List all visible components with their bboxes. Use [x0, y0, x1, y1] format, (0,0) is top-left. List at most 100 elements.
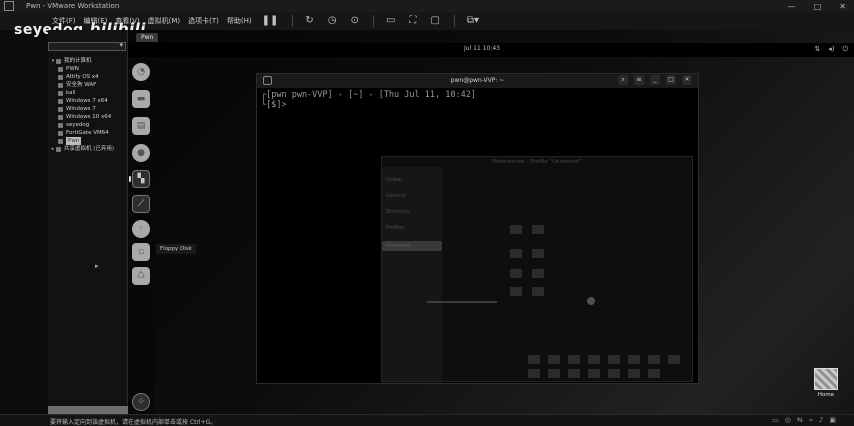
network-adapter-icon[interactable]: ⇆: [797, 416, 803, 424]
tree-item-label: Windows 10 x64: [66, 114, 112, 120]
minimize-icon[interactable]: —: [788, 2, 796, 11]
prefs-item: Profiles: [386, 225, 405, 231]
vm-tree: ▾ 我的计算机 PWN Attify OS x4 安全狗 WAF kali Wi…: [48, 57, 128, 153]
vm-icon: [58, 74, 63, 80]
cdrom-icon[interactable]: ◎: [785, 416, 791, 424]
library-scrollbar[interactable]: [48, 406, 128, 414]
fit-guest-icon[interactable]: ▭: [386, 12, 395, 30]
terminal-output[interactable]: ┌[pwn pwn-VVP] - [~] - [Thu Jul 11, 10:4…: [261, 90, 476, 110]
tree-item-label: Attify OS x4: [66, 74, 99, 80]
display-icon[interactable]: ▣: [829, 416, 836, 424]
palette-swatch: [568, 355, 580, 364]
maximize-icon[interactable]: □: [666, 75, 676, 85]
color-swatch: [510, 249, 522, 258]
tree-item-label: seyedog: [66, 122, 90, 128]
color-swatch: [532, 269, 544, 278]
tree-item[interactable]: seyedog: [48, 121, 128, 129]
window-controls: — □ ✕: [788, 0, 846, 12]
status-bar: 要将输入定向到该虚拟机，请在虚拟机内部单击或按 Ctrl+G。 ▭ ◎ ⇆ ⌁ …: [0, 414, 854, 426]
color-swatch: [532, 225, 544, 234]
snapshot-icon[interactable]: ↻: [305, 12, 313, 30]
terminal-headerbar: pwn@pwn-VVP: ~ ⌕ ≡ _ □ ✕: [257, 74, 698, 88]
floppy-disk-icon[interactable]: ▫: [132, 243, 150, 261]
sound-icon[interactable]: ♪: [819, 416, 823, 424]
pause-icon[interactable]: ❚❚: [262, 12, 279, 30]
home-folder-icon[interactable]: [814, 368, 838, 390]
show-apps-icon[interactable]: ⁘: [132, 393, 150, 411]
maximize-icon[interactable]: □: [814, 2, 822, 11]
hamburger-menu-icon[interactable]: ≡: [634, 75, 644, 85]
system-tray[interactable]: ⇅ ◂) ⏻: [814, 45, 848, 54]
chevron-down-icon[interactable]: ▾: [119, 41, 123, 49]
color-swatch: [510, 287, 522, 296]
status-text: 要将输入定向到该虚拟机，请在虚拟机内部单击或按 Ctrl+G。: [50, 419, 217, 426]
fullscreen-icon[interactable]: ⛶: [409, 12, 416, 30]
color-swatch: [510, 225, 522, 234]
library-search-input[interactable]: ▾: [48, 41, 126, 51]
image-viewer-icon[interactable]: ⟋: [132, 195, 150, 213]
vm-icon: [58, 138, 63, 144]
revert-icon[interactable]: ◷: [328, 12, 337, 30]
text-editor-icon[interactable]: ▤: [132, 117, 150, 135]
guest-display[interactable]: Pwn Jul 11 10:43 ⇅ ◂) ⏻ ◔ ▬ ▤ ● ▚ ⟋ ◦ ▫ …: [128, 30, 854, 414]
tree-root[interactable]: ▾ 我的计算机: [48, 57, 128, 65]
palette-swatch: [548, 355, 560, 364]
palette-swatch: [668, 355, 680, 364]
preferences-dialog-shadow: Preferences – Profile "Unnamed" Global G…: [381, 156, 693, 383]
palette-swatch: [528, 369, 540, 378]
vmware-app-icon: [4, 1, 14, 11]
color-swatch: [510, 269, 522, 278]
firefox-icon[interactable]: ◔: [132, 63, 150, 81]
power-icon: ⏻: [842, 45, 848, 53]
minimize-icon[interactable]: _: [650, 75, 660, 85]
home-folder-label: Home: [817, 392, 835, 398]
close-icon[interactable]: ✕: [682, 75, 692, 85]
usb-icon[interactable]: ⌁: [809, 416, 813, 424]
console-view-icon[interactable]: ⧉▾: [467, 12, 479, 30]
palette-swatch: [568, 369, 580, 378]
tree-item[interactable]: Windows 7: [48, 105, 128, 113]
menu-vm[interactable]: 虚拟机(M): [148, 16, 181, 26]
tree-item[interactable]: kali: [48, 89, 128, 97]
unity-icon[interactable]: ▢: [430, 12, 439, 30]
palette-swatch: [628, 369, 640, 378]
network-icon: ⇅: [814, 45, 821, 53]
files-icon[interactable]: ▬: [132, 90, 150, 108]
toolbar-divider: [372, 15, 374, 27]
tree-item[interactable]: FortiGate VM64: [48, 129, 128, 137]
vm-icon: [58, 82, 63, 88]
prefs-item: General: [386, 193, 406, 199]
manage-snapshots-icon[interactable]: ⊙: [351, 12, 359, 30]
vm-tab[interactable]: Pwn: [136, 33, 159, 42]
tree-item[interactable]: Attify OS x4: [48, 73, 128, 81]
optical-drive-icon[interactable]: ◦: [132, 220, 150, 238]
tree-item-selected[interactable]: Pwn: [48, 137, 128, 145]
tree-item-label: Windows 7 x64: [66, 98, 108, 104]
tree-root-label: 我的计算机: [64, 58, 92, 64]
tree-item-label: FortiGate VM64: [66, 130, 109, 136]
top-bar-clock[interactable]: Jul 11 10:43: [464, 45, 500, 52]
tree-item-label: kali: [66, 90, 76, 96]
preferences-title: Preferences – Profile "Unnamed": [492, 159, 582, 165]
menu-help[interactable]: 帮助(H): [227, 16, 252, 26]
disc-icon[interactable]: ●: [132, 144, 150, 162]
tree-item[interactable]: Windows 7 x64: [48, 97, 128, 105]
tree-item[interactable]: Windows 10 x64: [48, 113, 128, 121]
close-icon[interactable]: ✕: [839, 2, 846, 11]
palette-swatch: [548, 369, 560, 378]
terminal-dock-icon[interactable]: ▚: [132, 170, 150, 188]
search-icon[interactable]: ⌕: [618, 75, 628, 85]
hdd-icon[interactable]: ▭: [772, 416, 779, 424]
vm-icon: [58, 98, 63, 104]
terminal-window[interactable]: pwn@pwn-VVP: ~ ⌕ ≡ _ □ ✕ ┌[pwn pwn-VVP] …: [256, 73, 699, 384]
menu-tabs[interactable]: 选项卡(T): [188, 16, 219, 26]
palette-swatch: [528, 355, 540, 364]
tree-shared[interactable]: ▸ 共享虚拟机 (已弃用): [48, 145, 128, 153]
volume-icon: ◂): [828, 45, 835, 53]
tree-item[interactable]: 安全狗 WAF: [48, 81, 128, 89]
tree-item[interactable]: PWN: [48, 65, 128, 73]
trash-icon[interactable]: ♺: [132, 267, 150, 285]
active-indicator: [129, 176, 131, 182]
tree-item-label: Pwn: [66, 137, 82, 145]
dock: ◔ ▬ ▤ ● ▚ ⟋ ◦ ▫ ♺ ⁘: [128, 57, 154, 414]
